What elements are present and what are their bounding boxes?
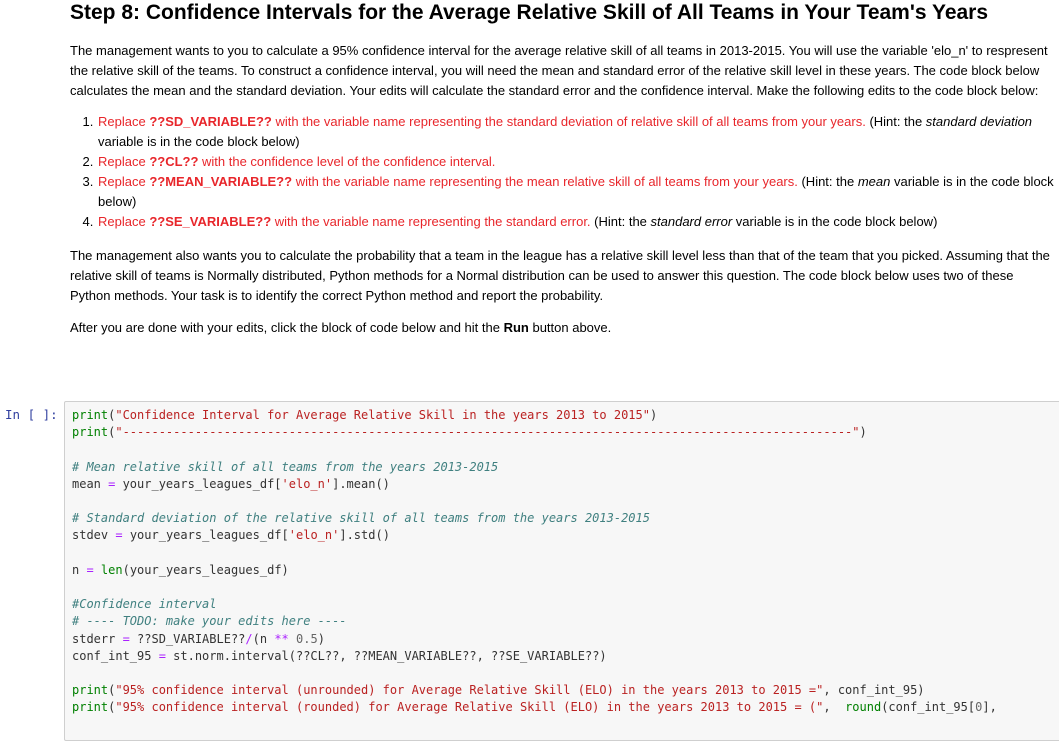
code-line: stdev = your_years_leagues_df['elo_n'].s… (72, 528, 390, 543)
page-title: Step 8: Confidence Intervals for the Ave… (70, 1, 989, 24)
placeholder-token: ??CL?? (149, 154, 199, 169)
placeholder-token: ??MEAN_VARIABLE?? (149, 174, 293, 189)
input-prompt: In [ ]: (5, 407, 58, 422)
code-line: print("Confidence Interval for Average R… (72, 408, 658, 422)
instruction-text: Replace ??CL?? with the confidence level… (98, 154, 496, 169)
code-cell-editor[interactable]: print("Confidence Interval for Average R… (64, 401, 1059, 741)
run-instruction-paragraph: After you are done with your edits, clic… (70, 320, 612, 335)
markdown-cell[interactable]: Step 8: Confidence Intervals for the Ave… (70, 0, 1055, 338)
placeholder-token: ??SE_VARIABLE?? (149, 214, 272, 229)
placeholder-token: ??SD_VARIABLE?? (149, 114, 272, 129)
list-item: Replace ??MEAN_VARIABLE?? with the varia… (97, 172, 1055, 212)
hint-text: (Hint: the standard error variable is in… (590, 214, 938, 229)
notebook-page: Step 8: Confidence Intervals for the Ave… (0, 0, 1059, 741)
code-block[interactable]: print("Confidence Interval for Average R… (72, 407, 997, 717)
run-label: Run (503, 320, 529, 335)
intro-paragraph: The management wants to you to calculate… (70, 43, 1048, 98)
code-line: conf_int_95 = st.norm.interval(??CL??, ?… (72, 648, 607, 663)
edits-list: Replace ??SD_VARIABLE?? with the variabl… (70, 112, 1055, 232)
code-line: print("---------------------------------… (72, 425, 867, 440)
code-line: print("95% confidence interval (rounded)… (72, 700, 997, 715)
instruction-text: Replace ??SE_VARIABLE?? with the variabl… (98, 214, 591, 229)
code-line: # ---- TODO: make your edits here ---- (72, 614, 347, 629)
instruction-text: Replace ??SD_VARIABLE?? with the variabl… (98, 114, 866, 129)
code-line: stderr = ??SD_VARIABLE??/(n ** 0.5) (72, 631, 325, 646)
instruction-text: Replace ??MEAN_VARIABLE?? with the varia… (98, 174, 798, 189)
list-item: Replace ??SD_VARIABLE?? with the variabl… (97, 112, 1055, 152)
probability-paragraph: The management also wants you to calcula… (70, 248, 1050, 303)
list-item: Replace ??CL?? with the confidence level… (97, 152, 1055, 172)
code-line: n = len(your_years_leagues_df) (72, 562, 289, 577)
code-line: # Standard deviation of the relative ski… (72, 511, 650, 526)
code-line: print("95% confidence interval (unrounde… (72, 683, 925, 698)
code-line: # Mean relative skill of all teams from … (72, 459, 499, 474)
code-line: mean = your_years_leagues_df['elo_n'].me… (72, 476, 390, 491)
code-line: #Confidence interval (72, 597, 217, 612)
list-item: Replace ??SE_VARIABLE?? with the variabl… (97, 212, 1055, 232)
